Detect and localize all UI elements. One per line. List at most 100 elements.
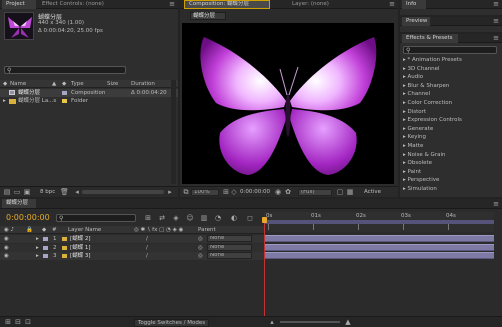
tab-effects-presets[interactable]: Effects & Presets [402,34,458,43]
viewer-timecode[interactable]: 0:00:00:00 [240,189,270,195]
grid-icon[interactable]: ⊞ [222,188,230,196]
eye-icon[interactable]: ◉ [4,252,9,260]
expand-arrow-icon[interactable]: ▸ [3,97,6,105]
scroll-left-icon[interactable]: ◂ [74,188,80,196]
parent-pickwhip-icon[interactable]: ◎ [198,244,203,252]
layer-name[interactable]: [蝴蝶 2] [70,235,91,243]
new-composition-icon[interactable]: ▣ [23,188,31,196]
tab-preview[interactable]: Preview [402,17,430,26]
effects-category-item[interactable]: ▸ Expression Controls [403,116,462,124]
effects-category-item[interactable]: ▸ Noise & Grain [403,151,445,159]
project-vertical-scrollbar[interactable] [171,80,176,184]
effects-search-field[interactable]: ⚲ [403,46,497,54]
live-update-icon[interactable]: ⇄ [158,214,166,222]
layer-label-swatch[interactable] [43,237,48,241]
parent-pickwhip-icon[interactable]: ◎ [198,235,203,243]
layer-row[interactable]: ◉ ▸ 2 [蝴蝶 1] ∕ ◎ None [0,243,264,252]
tab-info[interactable]: Info [402,0,426,9]
tab-effect-controls[interactable]: Effect Controls: (none) [38,0,118,9]
show-channel-icon[interactable]: ✿ [284,188,292,196]
in-out-toggle-icon[interactable]: ⊡ [24,318,32,326]
time-ruler[interactable]: 0s 01s 02s 03s 04s [264,212,494,232]
zoom-slider[interactable] [280,321,340,323]
expand-arrow-icon[interactable]: ▸ [36,252,39,260]
eye-icon[interactable]: ◉ [4,244,9,252]
layer-label-swatch[interactable] [43,245,48,250]
timeline-search-field[interactable]: ⚲ [56,214,136,222]
project-search-field[interactable]: ⚲ [4,66,126,74]
active-camera-select[interactable]: Active [364,189,381,195]
current-time-indicator[interactable] [264,219,265,319]
tab-layer[interactable]: Layer: (none) [288,0,338,9]
parent-select[interactable]: None [207,235,252,242]
effects-category-item[interactable]: ▸ Keying [403,133,426,141]
scroll-right-icon[interactable]: ▸ [167,188,173,196]
tab-composition[interactable]: Composition: 蝴蝶分层 [184,0,270,9]
effects-category-item[interactable]: ▸ Distort [403,108,426,116]
layer-duration-bar[interactable] [264,252,494,259]
region-of-interest-icon[interactable]: ▢ [336,188,344,196]
layer-name[interactable]: [蝴蝶 3] [70,252,91,260]
panel-menu-icon[interactable]: ≡ [168,0,176,8]
item-label-swatch[interactable] [62,99,67,103]
hide-shy-layers-icon[interactable]: ☺ [186,214,194,222]
panel-menu-icon[interactable]: ≡ [492,0,500,8]
zoom-in-icon[interactable]: ▲ [344,318,352,326]
effects-category-item[interactable]: ▸ Matte [403,142,423,150]
column-duration[interactable]: Duration [131,80,155,87]
column-size[interactable]: Size [107,80,118,87]
composition-canvas[interactable] [182,23,394,184]
delete-icon[interactable]: 🗑 [60,188,69,196]
always-preview-icon[interactable]: ⧉ [182,188,190,196]
motion-blur-icon[interactable]: ◔ [214,214,222,222]
draft-3d-icon[interactable]: ◈ [172,214,180,222]
timeline-timecode[interactable]: 0:00:00:00 [6,213,50,222]
column-type[interactable]: Type [71,80,84,87]
effects-category-item[interactable]: ▸ Perspective [403,176,439,184]
item-label-swatch[interactable] [62,91,67,95]
interpret-footage-icon[interactable]: ▤ [3,188,11,196]
quality-switch-icon[interactable]: ∕ [146,235,148,243]
effects-category-item[interactable]: ▸ Generate [403,125,433,133]
panel-menu-icon[interactable]: ≡ [492,17,500,25]
column-name[interactable]: Name [10,80,26,87]
horizontal-scrollbar[interactable] [82,190,164,194]
effects-category-item[interactable]: ▸ Channel [403,90,430,98]
transparency-grid-icon[interactable]: ▦ [346,188,354,196]
layer-duration-bar[interactable] [264,235,494,242]
mask-visibility-icon[interactable]: ◇ [230,188,238,196]
resolution-select[interactable]: (Full) [298,189,332,196]
panel-menu-icon[interactable]: ≡ [388,0,396,8]
layer-name[interactable]: [蝴蝶 1] [70,244,91,252]
layer-label-swatch[interactable] [43,254,48,258]
transfer-controls-toggle-icon[interactable]: ⊟ [14,318,22,326]
eye-icon[interactable]: ◉ [4,235,9,243]
brainstorm-icon[interactable]: ◐ [230,214,238,222]
frame-blending-icon[interactable]: ▥ [200,214,208,222]
layer-duration-bar[interactable] [264,243,494,251]
comp-navigator-button[interactable]: 蝴蝶分层 [190,12,226,20]
toggle-switches-modes-button[interactable]: Toggle Switches / Modes [134,319,210,327]
color-depth-label[interactable]: 8 bpc [40,189,55,195]
snapshot-icon[interactable]: ◉ [274,188,282,196]
column-parent[interactable]: Parent [198,226,216,233]
effects-category-item[interactable]: ▸ Audio [403,73,423,81]
effects-category-item[interactable]: ▸ Obsolete [403,159,432,167]
parent-select[interactable]: None [207,252,252,259]
project-item-row[interactable]: ▸ 蝴蝶分层 La...s Folder [0,97,178,105]
graph-editor-icon[interactable]: ◻ [246,214,254,222]
expand-arrow-icon[interactable]: ▸ [36,244,39,252]
effects-category-item[interactable]: ▸ * Animation Presets [403,56,462,64]
layer-row[interactable]: ◉ ▸ 1 [蝴蝶 2] ∕ ◎ None [0,235,264,243]
effects-category-item[interactable]: ▸ Color Correction [403,99,452,107]
zoom-select[interactable]: 100% [191,189,219,196]
current-time-head[interactable] [262,217,267,223]
tab-project[interactable]: Project [2,0,36,9]
parent-pickwhip-icon[interactable]: ◎ [198,252,203,260]
panel-menu-icon[interactable]: ≡ [492,200,500,208]
effects-category-item[interactable]: ▸ Blur & Sharpen [403,82,449,90]
effects-category-item[interactable]: ▸ 3D Channel [403,65,440,73]
quality-switch-icon[interactable]: ∕ [146,252,148,260]
effects-category-item[interactable]: ▸ Simulation [403,185,437,193]
comp-mini-flowchart-icon[interactable]: ⊞ [144,214,152,222]
